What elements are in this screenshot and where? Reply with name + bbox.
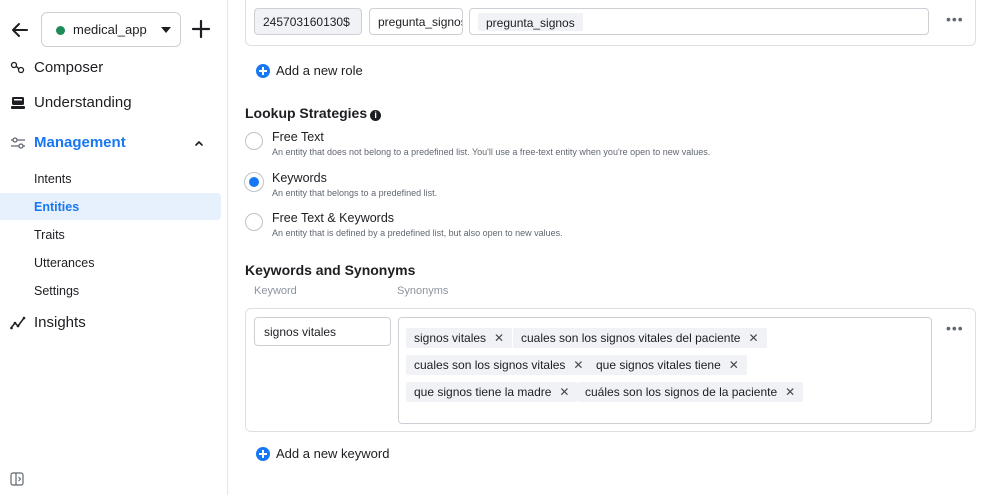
add-app-button[interactable] (190, 18, 212, 40)
sidebar: medical_app Composer Understanding Manag… (0, 0, 228, 495)
panel-toggle-icon[interactable] (10, 472, 24, 486)
main-content: 245703160130$ pregunta_signos pregunta_s… (229, 0, 987, 495)
role-name-field[interactable]: pregunta_signos (369, 8, 463, 35)
sidebar-item-entities[interactable]: Entities (0, 193, 221, 220)
nav-label: Understanding (34, 94, 132, 111)
radio-button[interactable] (245, 132, 263, 150)
nav-label: Management (34, 134, 126, 151)
chevron-up-icon[interactable] (194, 138, 204, 148)
nav-label: Insights (34, 314, 86, 331)
keyword-field[interactable]: signos vitales (254, 317, 391, 346)
synonym-chip-label: signos vitales (414, 331, 487, 345)
radio-keywords[interactable]: Keywords An entity that belongs to a pre… (245, 171, 945, 205)
nav-label: Composer (34, 59, 104, 76)
sidebar-item-utterances[interactable]: Utterances (0, 249, 221, 276)
close-icon[interactable]: ✕ (729, 358, 739, 372)
synonym-chip: signos vitales ✕ (406, 328, 513, 348)
column-header-keyword: Keyword (254, 285, 297, 297)
info-icon[interactable]: i (370, 110, 382, 121)
radio-free-text[interactable]: Free Text An entity that does not belong… (245, 130, 945, 164)
management-icon (11, 137, 25, 149)
sidebar-item-label: Intents (34, 172, 72, 186)
app-selector[interactable]: medical_app (41, 12, 181, 47)
synonym-chip: que signos vitales tiene ✕ (588, 355, 747, 375)
sidebar-item-settings[interactable]: Settings (0, 277, 221, 304)
lookup-strategies-label: Lookup Strategies (245, 105, 368, 121)
close-icon[interactable]: ✕ (573, 358, 583, 372)
synonym-chip: cuales son los signos vitales del pacien… (513, 328, 767, 348)
radio-title: Free Text & Keywords (272, 211, 395, 225)
radio-button[interactable] (245, 173, 263, 191)
radio-title: Free Text (272, 130, 324, 144)
role-tag: pregunta_signos (478, 13, 583, 31)
caret-down-icon (161, 27, 171, 33)
nav-item-management[interactable]: Management (0, 128, 228, 158)
sidebar-item-label: Traits (34, 228, 65, 242)
keywords-synonyms-title: Keywords and Synonyms (245, 262, 416, 278)
lookup-strategies-title: Lookup Strategies i (245, 105, 382, 121)
radio-free-text-keywords[interactable]: Free Text & Keywords An entity that is d… (245, 211, 945, 245)
radio-description: An entity that is defined by a predefine… (272, 228, 563, 238)
radio-button[interactable] (245, 213, 263, 231)
role-card: 245703160130$ pregunta_signos pregunta_s… (245, 0, 976, 46)
app-name: medical_app (73, 22, 147, 37)
synonym-chip-label: que signos tiene la madre (414, 385, 552, 399)
column-header-synonyms: Synonyms (397, 285, 449, 297)
synonyms-field[interactable]: signos vitales ✕ cuales son los signos vi… (398, 317, 932, 424)
nav-item-composer[interactable]: Composer (0, 53, 228, 83)
sidebar-item-label: Utterances (34, 256, 95, 270)
add-role-label: Add a new role (276, 63, 363, 78)
close-icon[interactable]: ✕ (748, 331, 758, 345)
keyword-row: signos vitales signos vitales ✕ cuales so… (245, 308, 976, 432)
add-keyword-label: Add a new keyword (276, 446, 390, 461)
radio-description: An entity that belongs to a predefined l… (272, 188, 438, 198)
more-options-icon[interactable]: ••• (946, 321, 964, 335)
understanding-icon (11, 97, 25, 109)
sidebar-item-intents[interactable]: Intents (0, 165, 221, 192)
more-options-icon[interactable]: ••• (946, 12, 964, 26)
composer-icon (10, 61, 25, 74)
app-status-dot (56, 26, 65, 35)
back-arrow-icon[interactable] (10, 20, 30, 40)
close-icon[interactable]: ✕ (494, 331, 504, 345)
sidebar-item-label: Entities (34, 200, 80, 214)
synonym-chip-label: que signos vitales tiene (596, 358, 721, 372)
plus-circle-icon (256, 64, 270, 78)
synonym-chip-label: cuáles son los signos de la paciente (585, 385, 778, 399)
synonym-chip: cuales son los signos vitales ✕ (406, 355, 592, 375)
plus-circle-icon (256, 447, 270, 461)
role-id-field[interactable]: 245703160130$ (254, 8, 362, 35)
synonym-chip-label: cuales son los signos vitales (414, 358, 566, 372)
synonym-chip: cuáles son los signos de la paciente ✕ (577, 382, 804, 402)
nav-item-insights[interactable]: Insights (0, 308, 228, 338)
sidebar-item-label: Settings (34, 284, 80, 298)
sidebar-item-traits[interactable]: Traits (0, 221, 221, 248)
close-icon[interactable]: ✕ (785, 385, 795, 399)
role-tag-field[interactable]: pregunta_signos (469, 8, 929, 35)
radio-description: An entity that does not belong to a pred… (272, 147, 711, 157)
close-icon[interactable]: ✕ (559, 385, 569, 399)
radio-title: Keywords (272, 171, 327, 185)
synonym-chip: que signos tiene la madre ✕ (406, 382, 578, 402)
insights-icon (10, 316, 26, 330)
synonym-chip-label: cuales son los signos vitales del pacien… (521, 331, 741, 345)
nav-item-understanding[interactable]: Understanding (0, 88, 228, 118)
